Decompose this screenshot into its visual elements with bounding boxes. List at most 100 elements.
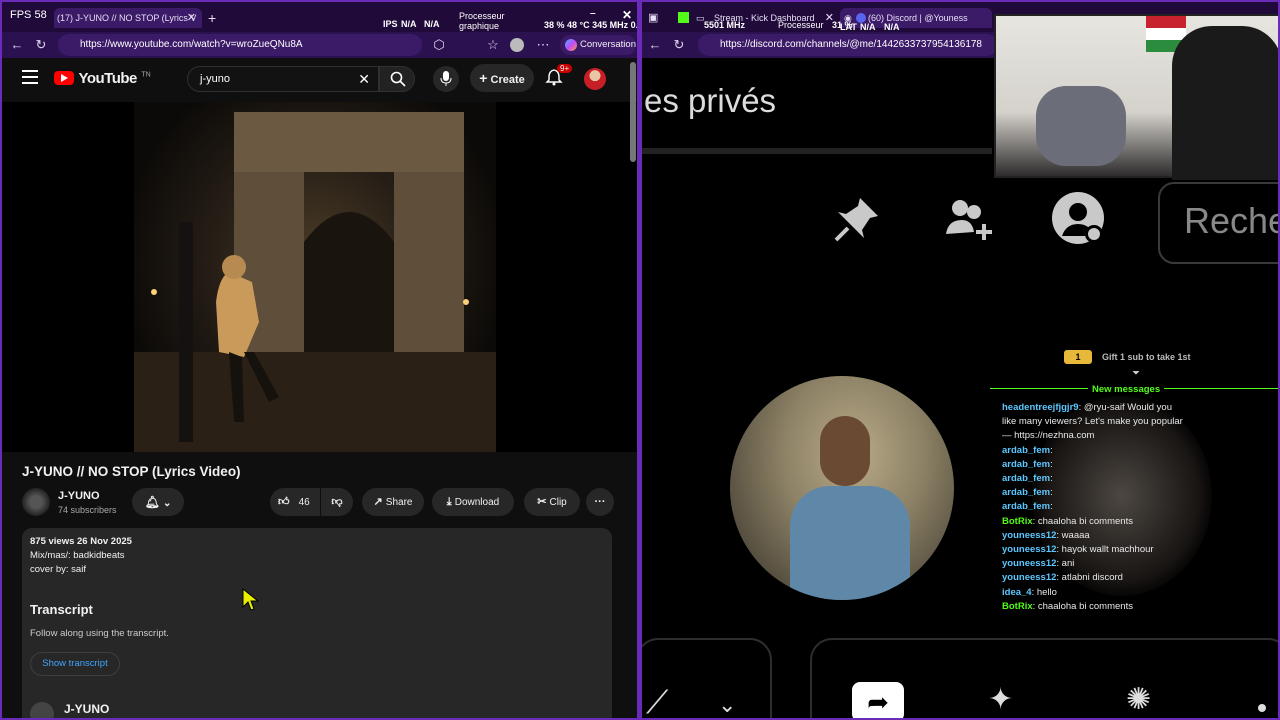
url-text: https://discord.com/channels/@me/1442633… bbox=[720, 39, 982, 50]
chat-username[interactable]: youneess12 bbox=[1002, 558, 1056, 569]
transcript-heading: Transcript bbox=[30, 602, 93, 617]
page-scrollbar[interactable] bbox=[630, 62, 636, 162]
conversation-button[interactable]: Conversation bbox=[560, 35, 636, 55]
chat-text: : atlabni discord bbox=[1056, 572, 1123, 584]
share-screen-button[interactable]: ➦ bbox=[852, 682, 904, 718]
chat-username[interactable]: ardab_fem bbox=[1002, 459, 1050, 470]
youtube-logo-sup: TN bbox=[141, 71, 151, 79]
show-transcript-button[interactable]: Show transcript bbox=[30, 652, 120, 676]
description-line-2: cover by: saif bbox=[30, 564, 86, 575]
chat-username[interactable]: youneess12 bbox=[1002, 572, 1056, 583]
profile-avatar[interactable] bbox=[510, 38, 524, 52]
chat-text: : bbox=[1050, 487, 1053, 499]
chat-username[interactable]: youneess12 bbox=[1002, 544, 1056, 555]
voice-search-button[interactable] bbox=[433, 66, 459, 92]
hamburger-menu-icon[interactable] bbox=[22, 70, 38, 84]
chat-text: : bbox=[1050, 473, 1053, 484]
mute-mic-icon[interactable]: ⟋ bbox=[646, 684, 668, 718]
tab-grid-icon[interactable]: ▣ bbox=[648, 8, 658, 28]
transcript-subtitle: Follow along using the transcript. bbox=[30, 628, 169, 639]
hud-cpu-label: Processeur bbox=[778, 20, 824, 30]
scissors-icon: ✂ bbox=[537, 496, 547, 508]
subscribe-bell-button[interactable]: 🔔︎ ⌄ bbox=[132, 488, 184, 516]
arc-de-triomphe-image bbox=[134, 112, 496, 452]
channel-avatar[interactable] bbox=[22, 488, 50, 516]
back-icon[interactable]: ← bbox=[646, 36, 664, 54]
window-minimize-icon[interactable]: – bbox=[590, 8, 596, 19]
activities-icon[interactable]: ✦ bbox=[988, 682, 1013, 717]
chat-message: ardab_fem: bbox=[1002, 459, 1053, 470]
chat-username[interactable]: ardab_fem bbox=[1002, 487, 1050, 498]
person-left bbox=[1036, 86, 1126, 166]
video-player[interactable] bbox=[2, 102, 637, 452]
chat-username[interactable]: BotRix bbox=[1002, 516, 1033, 527]
share-button[interactable]: ↗ Share bbox=[362, 488, 424, 516]
search-input[interactable]: j-yuno ✕ bbox=[187, 66, 379, 92]
more-actions-button[interactable]: ··· bbox=[586, 488, 614, 516]
copilot-icon bbox=[565, 39, 577, 51]
views-date: 875 views 26 Nov 2025 bbox=[30, 536, 132, 547]
clip-button[interactable]: ✂ Clip bbox=[524, 488, 580, 516]
more-options-dot[interactable] bbox=[1258, 704, 1266, 712]
search-button[interactable] bbox=[379, 66, 415, 92]
window-close-icon[interactable]: ✕ bbox=[622, 8, 632, 22]
youtube-play-icon bbox=[54, 71, 74, 85]
download-label: Download bbox=[454, 497, 500, 508]
hud-lat-label: LAT bbox=[840, 22, 857, 32]
chat-username[interactable]: youneess12 bbox=[1002, 530, 1056, 541]
chat-text: : ani bbox=[1056, 558, 1075, 570]
notifications-button[interactable]: 9+ bbox=[545, 64, 573, 90]
page-heading: es privés bbox=[644, 82, 777, 119]
favorites-icon[interactable]: ☆ bbox=[484, 36, 502, 54]
chevron-down-icon[interactable]: ⌄ bbox=[718, 692, 736, 718]
extensions-icon[interactable]: ⬡ bbox=[430, 36, 448, 54]
back-icon[interactable]: ← bbox=[8, 36, 26, 54]
user-profile-icon[interactable] bbox=[1050, 190, 1106, 246]
youtube-header: YouTube TN j-yuno ✕ + Create 9+ bbox=[2, 58, 637, 102]
chat-message: BotRix: chaaloha bi comments bbox=[1002, 516, 1133, 527]
chat-username[interactable]: ardab_fem bbox=[1002, 473, 1050, 484]
chat-username[interactable]: idea_4 bbox=[1002, 587, 1032, 598]
header-divider bbox=[642, 148, 992, 154]
create-label: Create bbox=[490, 74, 525, 86]
close-tab-icon[interactable]: ✕ bbox=[187, 8, 196, 28]
address-bar[interactable]: https://discord.com/channels/@me/1442633… bbox=[698, 34, 998, 56]
account-avatar[interactable] bbox=[584, 68, 606, 90]
download-button[interactable]: ⤓ Download bbox=[432, 488, 514, 516]
plus-icon: + bbox=[479, 70, 488, 86]
kick-chat-overlay: 1 Gift 1 sub to take 1st ⏷ New messages … bbox=[984, 342, 1278, 632]
dislike-button[interactable]: 👎︎ bbox=[321, 488, 353, 516]
soundboard-icon[interactable]: ✺ bbox=[1126, 682, 1151, 717]
chat-username[interactable]: ardab_fem bbox=[1002, 445, 1050, 456]
new-tab-button[interactable]: + bbox=[208, 8, 216, 28]
share-icon: ↗ bbox=[373, 496, 383, 508]
chat-username[interactable]: ardab_fem bbox=[1002, 501, 1050, 512]
microphone-icon bbox=[440, 71, 452, 86]
like-button[interactable]: 👍︎ 46 bbox=[270, 488, 320, 516]
menu-dots-icon[interactable]: ⋯ bbox=[534, 36, 552, 54]
chat-message: ardab_fem: bbox=[1002, 501, 1053, 512]
chat-username[interactable]: BotRix bbox=[1002, 601, 1033, 612]
youtube-logo[interactable]: YouTube TN bbox=[54, 69, 151, 89]
gift-badge: 1 bbox=[1064, 350, 1092, 364]
chat-text: : bbox=[1050, 458, 1053, 470]
search-box[interactable]: Reche bbox=[1158, 182, 1278, 264]
person-right bbox=[1172, 26, 1278, 180]
person-body bbox=[790, 486, 910, 600]
chat-text: : @ryu-saif Would you bbox=[1078, 402, 1172, 413]
reload-icon[interactable]: ↻ bbox=[670, 36, 688, 54]
create-button[interactable]: + Create bbox=[470, 64, 534, 92]
youtube-tab[interactable]: (17) J-YUNO // NO STOP (Lyrics V ✕ bbox=[54, 8, 202, 28]
description-line-1: Mix/mas/: badkidbeats bbox=[30, 550, 125, 561]
add-friend-icon[interactable] bbox=[940, 192, 996, 248]
chat-scroll-down-icon[interactable]: ⏷ bbox=[1132, 368, 1140, 379]
clear-search-icon[interactable]: ✕ bbox=[358, 71, 370, 88]
chat-username[interactable]: headentreejfjgjr9 bbox=[1002, 402, 1079, 413]
description-box[interactable]: 875 views 26 Nov 2025 Mix/mas/: badkidbe… bbox=[22, 528, 612, 718]
chat-message: — https://nezhna.com bbox=[1002, 430, 1094, 441]
mouse-cursor-icon bbox=[242, 588, 260, 611]
pin-icon[interactable] bbox=[830, 192, 884, 246]
channel-name[interactable]: J-YUNO bbox=[58, 490, 100, 502]
address-bar[interactable]: https://www.youtube.com/watch?v=wroZueQN… bbox=[58, 34, 422, 56]
reload-icon[interactable]: ↻ bbox=[32, 36, 50, 54]
